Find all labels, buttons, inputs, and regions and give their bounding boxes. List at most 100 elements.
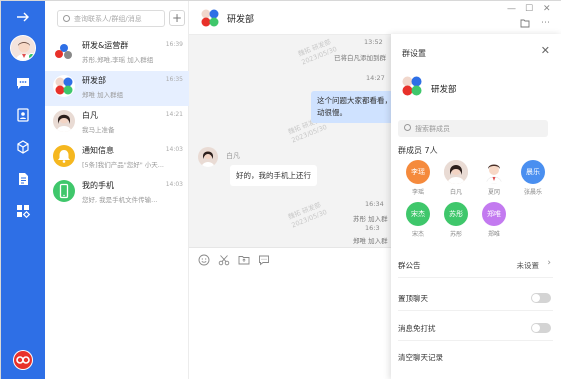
member-item[interactable]: 苏彤 苏彤 bbox=[443, 202, 469, 238]
conversation-name: 通知信息 bbox=[82, 146, 114, 155]
chat-icon[interactable] bbox=[15, 75, 31, 91]
conversation-time: 16:39 bbox=[165, 41, 183, 48]
member-item[interactable]: 白凡 bbox=[443, 160, 469, 196]
mute-row: 消息免打扰 bbox=[398, 315, 553, 341]
close-window-icon[interactable]: ✕ bbox=[543, 4, 551, 14]
contacts-icon[interactable] bbox=[15, 107, 31, 123]
user-avatar bbox=[198, 147, 218, 167]
pin-chat-toggle[interactable] bbox=[531, 293, 551, 303]
group-avatar bbox=[53, 40, 75, 62]
system-message: 苏彤 加入群 bbox=[353, 215, 388, 223]
online-status-dot bbox=[28, 53, 35, 60]
member-item[interactable]: 宋杰 宋杰 bbox=[405, 202, 431, 238]
member-name: 苏彤 bbox=[449, 231, 462, 238]
announcement-row[interactable]: 群公告 未设置 › bbox=[398, 252, 553, 278]
chevron-right-icon: › bbox=[547, 258, 551, 268]
list-item[interactable]: 通知信息 [5条]我们产品"您好" 小天... 14:03 bbox=[45, 141, 189, 176]
add-button[interactable]: + bbox=[169, 10, 185, 26]
announcement-label: 群公告 bbox=[398, 261, 421, 270]
minimize-icon[interactable]: — bbox=[507, 4, 516, 14]
member-item[interactable]: 夏冈 bbox=[481, 160, 507, 196]
member-item[interactable]: 郑唯 郑唯 bbox=[481, 202, 507, 238]
bell-icon bbox=[53, 145, 75, 167]
search-placeholder: 搜索群成员 bbox=[415, 125, 450, 133]
user-avatar bbox=[53, 110, 75, 132]
conversation-preview: [5条]我们产品"您好" 小天... bbox=[82, 161, 164, 169]
system-message: 已将白凡添加到群 bbox=[334, 54, 386, 62]
member-avatar bbox=[482, 160, 506, 184]
watermark: 魏拓 研发部 2023/05/30 bbox=[296, 37, 339, 67]
chat-title: 研发部 bbox=[227, 15, 255, 25]
mute-toggle[interactable] bbox=[531, 323, 551, 333]
message-time: 16:3 bbox=[365, 224, 380, 232]
conversation-preview: 我马上准备 bbox=[82, 126, 115, 134]
chat-header: 研发部 — ☐ ✕ ⋯ bbox=[189, 1, 561, 35]
conversation-preview: 苏彤,郑唯,李瑶 加入群组 bbox=[82, 56, 154, 64]
member-name: 李瑶 bbox=[411, 189, 424, 196]
message-time: 16:34 bbox=[365, 200, 384, 208]
member-avatar: 李瑶 bbox=[406, 160, 430, 184]
group-name: 研发部 bbox=[431, 85, 457, 95]
watermark: 魏拓 研发部 2023/05/30 bbox=[286, 200, 329, 230]
avatar[interactable] bbox=[10, 35, 36, 61]
member-name: 宋杰 bbox=[411, 231, 424, 238]
list-item[interactable]: 研发部 郑唯 加入群组 16:35 bbox=[45, 71, 189, 106]
maximize-icon[interactable]: ☐ bbox=[525, 4, 533, 14]
announcement-value: 未设置 bbox=[516, 261, 540, 270]
group-avatar bbox=[53, 75, 75, 97]
apps-grid-icon[interactable] bbox=[15, 203, 31, 219]
back-arrow-icon[interactable] bbox=[15, 11, 31, 25]
sender-name: 白凡 bbox=[226, 152, 240, 160]
conversation-name: 研发部 bbox=[82, 76, 106, 85]
member-name: 白凡 bbox=[449, 189, 462, 196]
list-item[interactable]: 我的手机 您好, 我是手机文件传输... 14:03 bbox=[45, 176, 189, 211]
conversation-time: 16:35 bbox=[165, 76, 183, 83]
folder-icon[interactable] bbox=[520, 19, 530, 31]
incoming-message-bubble: 好的，我的手机上还行 bbox=[230, 165, 317, 186]
clear-history-row[interactable]: 清空聊天记录 bbox=[398, 344, 553, 370]
member-item[interactable]: 晨乐 张晨乐 bbox=[520, 160, 546, 196]
message-time: 13:52 bbox=[364, 38, 383, 46]
search-input[interactable]: 查询联系人/群组/消息 bbox=[57, 10, 165, 27]
member-item[interactable]: 李瑶 李瑶 bbox=[405, 160, 431, 196]
member-avatar: 晨乐 bbox=[521, 160, 545, 184]
member-avatar bbox=[444, 160, 468, 184]
message-time: 14:27 bbox=[366, 74, 385, 82]
conversation-name: 白凡 bbox=[82, 111, 98, 120]
member-name: 郑唯 bbox=[487, 231, 500, 238]
folder-icon[interactable] bbox=[238, 254, 250, 266]
conversation-list: 查询联系人/群组/消息 + 研发&运营群 苏彤,郑唯,李瑶 加入群组 16:39… bbox=[45, 1, 189, 379]
group-avatar bbox=[199, 7, 221, 29]
close-icon[interactable]: ✕ bbox=[541, 44, 550, 57]
conversation-preview: 您好, 我是手机文件传输... bbox=[82, 196, 158, 204]
member-name: 夏冈 bbox=[487, 189, 500, 196]
panel-title: 群设置 bbox=[402, 49, 426, 58]
list-item[interactable]: 白凡 我马上准备 14:21 bbox=[45, 106, 189, 141]
conversation-time: 14:03 bbox=[165, 146, 183, 153]
cube-icon[interactable] bbox=[15, 139, 31, 155]
conversation-time: 14:03 bbox=[165, 181, 183, 188]
document-icon[interactable] bbox=[15, 171, 31, 187]
phone-icon bbox=[53, 180, 75, 202]
more-icon[interactable]: ⋯ bbox=[541, 18, 550, 28]
mute-label: 消息免打扰 bbox=[398, 324, 436, 333]
left-rail bbox=[1, 1, 45, 379]
conversation-name: 我的手机 bbox=[82, 181, 114, 190]
clear-history-label: 清空聊天记录 bbox=[398, 353, 443, 362]
search-icon bbox=[63, 15, 70, 22]
member-avatar: 苏彤 bbox=[444, 202, 468, 226]
app-window: 查询联系人/群组/消息 + 研发&运营群 苏彤,郑唯,李瑶 加入群组 16:39… bbox=[0, 0, 561, 379]
member-name: 张晨乐 bbox=[523, 189, 542, 196]
member-search-input[interactable]: 搜索群成员 bbox=[398, 120, 548, 137]
scissors-icon[interactable] bbox=[218, 254, 230, 266]
chat-history-icon[interactable] bbox=[258, 254, 270, 266]
emoji-icon[interactable] bbox=[198, 254, 210, 266]
conversation-name: 研发&运营群 bbox=[82, 41, 129, 50]
conversation-preview: 郑唯 加入群组 bbox=[82, 91, 124, 99]
conversation-time: 14:21 bbox=[165, 111, 183, 118]
list-item[interactable]: 研发&运营群 苏彤,郑唯,李瑶 加入群组 16:39 bbox=[45, 36, 189, 71]
group-avatar bbox=[400, 74, 424, 98]
member-avatar: 宋杰 bbox=[406, 202, 430, 226]
search-placeholder: 查询联系人/群组/消息 bbox=[74, 15, 142, 23]
member-avatar: 郑唯 bbox=[482, 202, 506, 226]
